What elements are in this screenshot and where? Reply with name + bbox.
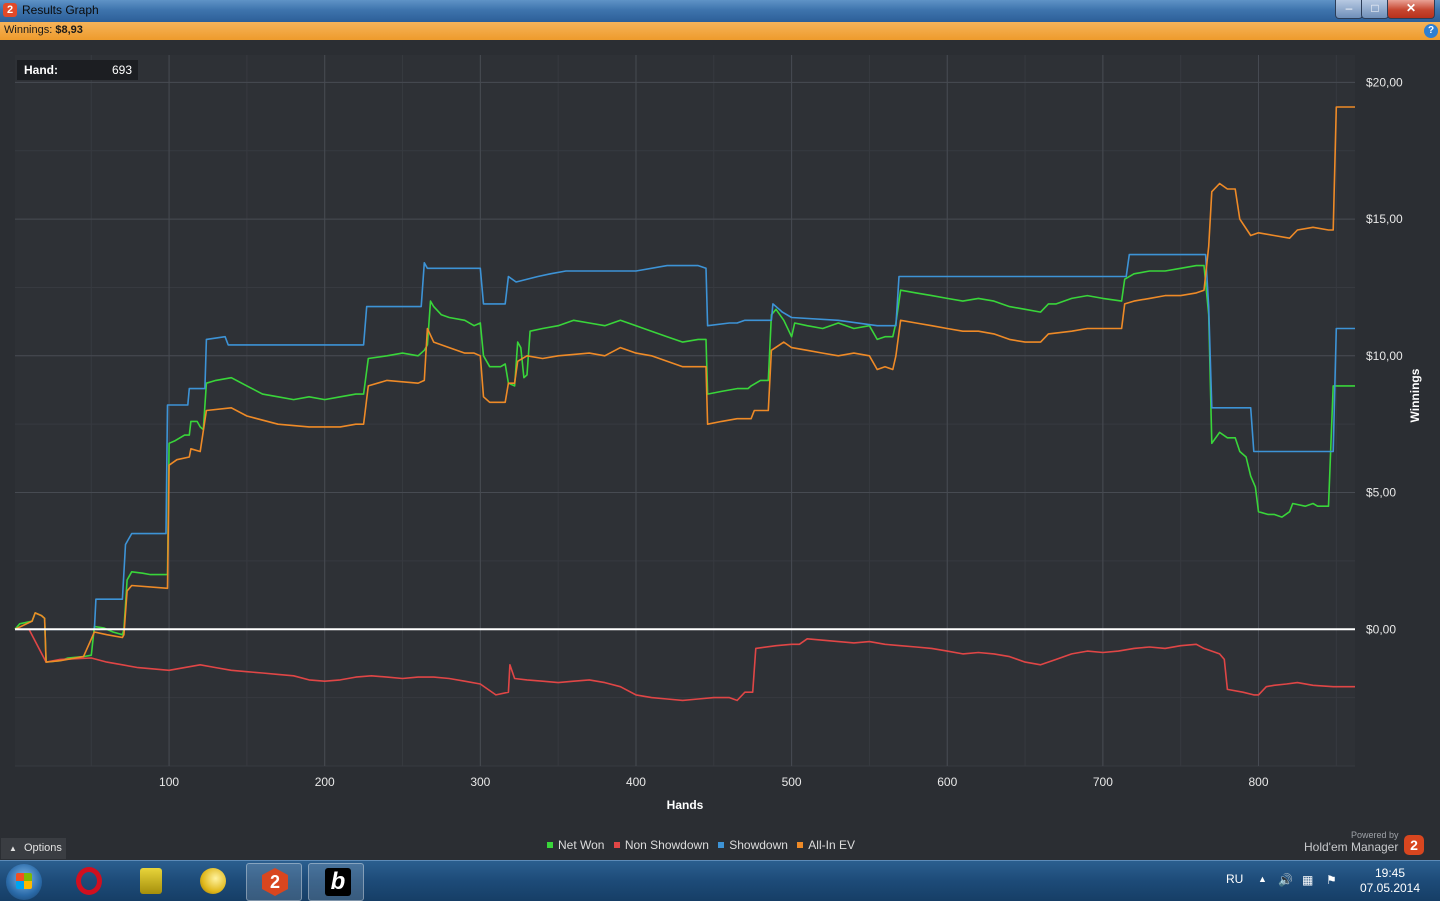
legend-label: All-In EV — [808, 838, 855, 852]
x-tick-label: 800 — [1248, 775, 1268, 789]
help-icon[interactable]: ? — [1424, 24, 1438, 38]
results-graph[interactable]: 100 200 300 400 500 600 700 800 $0,00 $5,00 $10,00… — [0, 40, 1440, 830]
legend-label: Non Showdown — [624, 838, 709, 852]
window-title: Results Graph — [22, 3, 99, 17]
legend-item-net-won[interactable]: Net Won — [547, 838, 604, 852]
legend-item-showdown[interactable]: Showdown — [718, 838, 788, 852]
opera-icon — [76, 867, 102, 895]
x-tick-label: 700 — [1093, 775, 1113, 789]
legend-swatch — [613, 842, 620, 848]
clock-date: 07.05.2014 — [1359, 881, 1421, 895]
b-icon: b — [325, 868, 351, 896]
maximize-button[interactable]: □ — [1361, 0, 1389, 19]
x-tick-label: 300 — [470, 775, 490, 789]
hm2-logo-icon: 2 — [1404, 835, 1424, 855]
taskbar-hm2-icon[interactable]: 2 — [246, 863, 302, 901]
hm2-app-icon: 2 — [3, 3, 17, 17]
language-indicator[interactable]: RU — [1226, 872, 1243, 886]
volume-icon[interactable]: 🔊 — [1278, 873, 1293, 887]
x-tick-label: 100 — [159, 775, 179, 789]
plot-area — [15, 55, 1355, 766]
taskbar-messenger-icon[interactable] — [186, 863, 240, 899]
close-button[interactable]: ✕ — [1387, 0, 1435, 19]
powered-by-label: Powered by — [1351, 830, 1399, 840]
hover-hand-label: Hand: — [24, 63, 58, 77]
y-tick-label: $5,00 — [1366, 486, 1396, 500]
action-center-icon[interactable]: ⚑ — [1326, 873, 1340, 887]
x-axis-title: Hands — [667, 798, 704, 812]
y-tick-label: $10,00 — [1366, 349, 1403, 363]
clock[interactable]: 19:45 07.05.2014 — [1352, 866, 1428, 896]
graph-footer: ▲ Options Net Won Non Showdown Showdown … — [0, 830, 1440, 860]
legend-swatch — [797, 842, 804, 848]
taskbar-b-icon[interactable]: b — [308, 863, 364, 901]
legend-label: Net Won — [558, 838, 605, 852]
expand-arrow-icon: ▲ — [9, 844, 17, 853]
winnings-value: $8,93 — [55, 24, 83, 36]
taskbar-app-icon[interactable] — [124, 863, 178, 899]
show-hidden-icons-icon[interactable]: ▲ — [1258, 874, 1267, 884]
x-tick-label: 400 — [626, 775, 646, 789]
minimize-button[interactable]: – — [1335, 0, 1363, 19]
hover-hand-readout: Hand: 693 — [17, 60, 138, 80]
winnings-summary: Winnings: $8,93 — [4, 24, 83, 36]
y-axis-title: Winnings — [1408, 368, 1422, 422]
windows-logo-icon — [16, 873, 32, 889]
y-tick-label: $15,00 — [1366, 212, 1403, 226]
messenger-icon — [200, 868, 226, 894]
start-button[interactable] — [6, 864, 42, 900]
winnings-bar: Winnings: $8,93 ? — [0, 22, 1440, 40]
hover-hand-value: 693 — [111, 63, 132, 77]
taskbar-opera-icon[interactable] — [62, 863, 116, 899]
options-button[interactable]: ▲ Options — [1, 838, 66, 859]
y-tick-label: $20,00 — [1366, 75, 1403, 89]
results-chart[interactable]: 100 200 300 400 500 600 700 800 $0,00 $5,00 $10,00… — [0, 40, 1440, 830]
legend-swatch — [547, 842, 553, 848]
options-label: Options — [24, 842, 62, 854]
hm2-icon: 2 — [262, 868, 288, 896]
brand-name: Hold'em Manager — [1304, 840, 1399, 854]
chart-legend: Net Won Non Showdown Showdown All-In EV — [547, 838, 861, 854]
windows-taskbar: 2 b RU ▲ 🔊 ▦ ⚑ 19:45 07.05.2014 — [0, 860, 1440, 901]
winnings-label: Winnings: — [4, 24, 53, 36]
window-titlebar[interactable]: 2 Results Graph – □ ✕ — [0, 0, 1440, 22]
legend-item-non-showdown[interactable]: Non Showdown — [613, 838, 709, 852]
x-tick-label: 600 — [937, 775, 957, 789]
y-tick-label: $0,00 — [1366, 622, 1396, 636]
legend-swatch — [718, 842, 725, 848]
app-icon — [140, 868, 162, 894]
x-tick-label: 200 — [315, 775, 335, 789]
legend-item-all-in-ev[interactable]: All-In EV — [797, 838, 855, 852]
x-tick-label: 500 — [782, 775, 802, 789]
network-icon[interactable]: ▦ — [1302, 873, 1316, 887]
legend-label: Showdown — [729, 838, 788, 852]
clock-time: 19:45 — [1374, 866, 1406, 880]
